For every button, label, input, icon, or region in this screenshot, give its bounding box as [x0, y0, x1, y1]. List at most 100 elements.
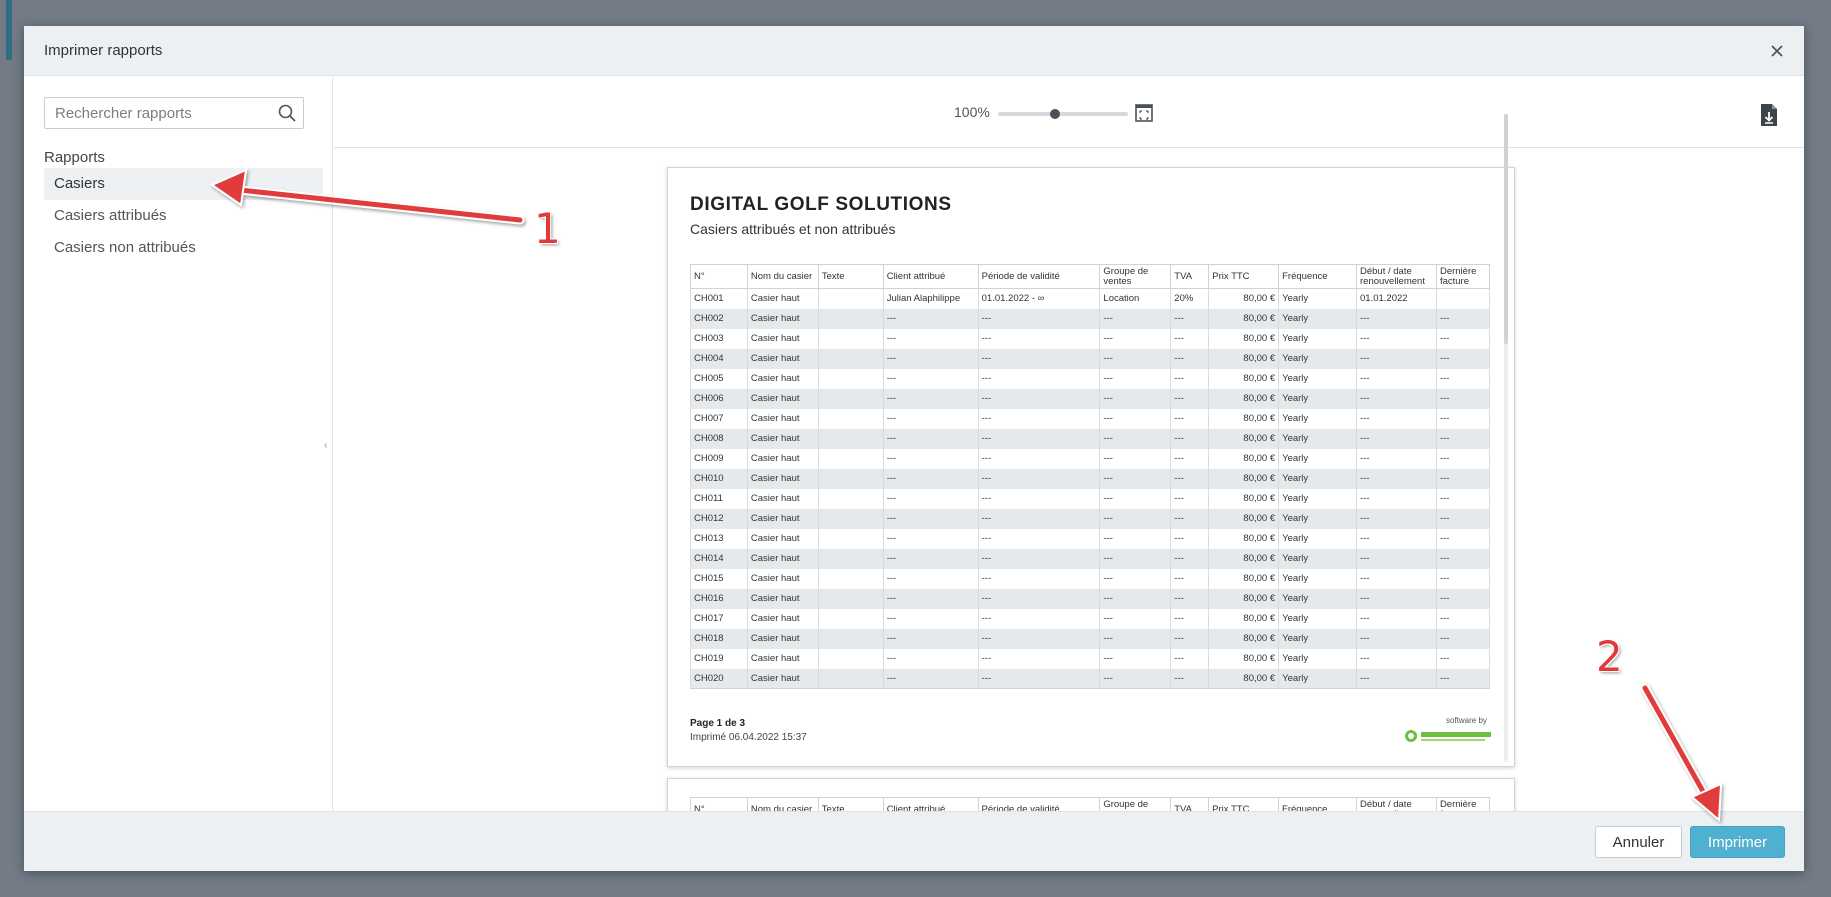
table-cell [817, 668, 884, 689]
table-row: CH005 Casier haut --- --- --- --- 80,00 € Yearl… [690, 368, 1491, 389]
table-cell: Casier haut [746, 408, 819, 429]
table-cell: --- [1356, 348, 1437, 369]
table-cell: Yearly [1278, 288, 1357, 309]
table-cell: Yearly [1278, 588, 1357, 609]
table-cell: --- [977, 648, 1101, 669]
software-by-label: software by [1446, 716, 1487, 725]
table-cell: 80,00 € [1208, 588, 1280, 609]
table-cell: --- [1435, 628, 1491, 649]
table-cell: --- [977, 568, 1101, 589]
table-cell: --- [882, 408, 979, 429]
table-cell: --- [977, 348, 1101, 369]
table-cell: --- [1435, 508, 1491, 529]
table-cell: Yearly [1278, 628, 1357, 649]
printed-timestamp: Imprimé 06.04.2022 15:37 [690, 732, 807, 743]
table-cell: --- [1099, 528, 1172, 549]
table-cell: Casier haut [746, 668, 819, 689]
column-header: Texte [817, 264, 884, 289]
table-cell [817, 648, 884, 669]
fit-page-icon[interactable] [1134, 103, 1154, 123]
table-row: CH002 Casier haut --- --- --- --- 80,00 € Yearl… [690, 308, 1491, 329]
table-row: CH015 Casier haut --- --- --- --- 80,00 € Yearl… [690, 568, 1491, 589]
search-icon[interactable] [277, 103, 297, 123]
table-cell: --- [1099, 508, 1172, 529]
preview-scrollbar-thumb[interactable] [1504, 114, 1508, 344]
table-cell: Casier haut [746, 608, 819, 629]
search-field[interactable] [44, 97, 304, 129]
table-cell: --- [977, 668, 1101, 689]
table-cell: Yearly [1278, 508, 1357, 529]
table-cell: Yearly [1278, 368, 1357, 389]
column-header: Client attribué [882, 797, 979, 811]
report-item-casiers[interactable]: Casiers [44, 168, 323, 200]
table-cell: 80,00 € [1208, 488, 1280, 509]
report-item-casiers-non-attribues[interactable]: Casiers non attribués [44, 232, 323, 264]
table-cell: --- [882, 428, 979, 449]
table-cell: Yearly [1278, 428, 1357, 449]
table-cell: 80,00 € [1208, 288, 1280, 309]
table-cell: --- [1356, 408, 1437, 429]
table-cell: Yearly [1278, 528, 1357, 549]
table-cell: --- [1170, 448, 1210, 469]
zoom-slider[interactable] [998, 109, 1128, 119]
table-cell: --- [1356, 468, 1437, 489]
print-button[interactable]: Imprimer [1690, 826, 1785, 858]
column-header: Période de validité [977, 264, 1101, 289]
table-cell: --- [1356, 588, 1437, 609]
table-cell: Casier haut [746, 348, 819, 369]
table-row: CH008 Casier haut --- --- --- --- 80,00 € Yearl… [690, 428, 1491, 449]
table-cell: CH007 [690, 408, 748, 429]
table-cell: --- [1099, 408, 1172, 429]
table-cell: 80,00 € [1208, 468, 1280, 489]
cancel-button[interactable]: Annuler [1595, 826, 1682, 858]
table-cell: --- [1435, 368, 1491, 389]
table-cell [817, 468, 884, 489]
document-title: DIGITAL GOLF SOLUTIONS [690, 194, 952, 215]
column-header: Client attribué [882, 264, 979, 289]
table-cell: Yearly [1278, 468, 1357, 489]
table-cell: Casier haut [746, 588, 819, 609]
report-list: Casiers Casiers attribués Casiers non at… [44, 168, 323, 264]
column-header: Groupe de ventes [1099, 264, 1172, 289]
table-cell: --- [1099, 348, 1172, 369]
report-item-casiers-attribues[interactable]: Casiers attribués [44, 200, 323, 232]
column-header: N° [690, 797, 748, 811]
table-cell [817, 488, 884, 509]
table-cell: Yearly [1278, 328, 1357, 349]
table-cell: --- [882, 348, 979, 369]
download-icon[interactable] [1758, 103, 1780, 127]
dialog-header: Imprimer rapports [24, 26, 1804, 76]
table-cell: CH013 [690, 528, 748, 549]
close-icon[interactable] [1764, 38, 1790, 64]
table-cell: --- [1170, 508, 1210, 529]
table-cell: --- [882, 368, 979, 389]
table-cell: --- [882, 488, 979, 509]
table-cell: --- [1099, 448, 1172, 469]
table-row: CH007 Casier haut --- --- --- --- 80,00 € Yearl… [690, 408, 1491, 429]
page-number: Page 1 de 3 [690, 718, 746, 729]
column-header: Début / date renouvellement [1355, 797, 1437, 811]
table-cell: --- [1356, 528, 1437, 549]
table-cell: Casier haut [746, 428, 819, 449]
table-cell [817, 448, 884, 469]
table-cell: CH010 [690, 468, 748, 489]
table-cell: CH012 [690, 508, 748, 529]
table-body: CH001 Casier haut Julian Alaphilippe 01.01.… [690, 288, 1491, 689]
table-cell: Julian Alaphilippe [882, 288, 979, 309]
table-cell: 80,00 € [1208, 328, 1280, 349]
table-cell [817, 588, 884, 609]
table-cell: --- [1170, 608, 1210, 629]
table-cell: --- [1356, 628, 1437, 649]
table-cell [817, 348, 884, 369]
table-cell [817, 368, 884, 389]
table-cell: Yearly [1278, 388, 1357, 409]
collapse-panel-icon[interactable]: ‹ [324, 440, 332, 456]
search-input[interactable] [45, 98, 270, 128]
table-cell: Casier haut [746, 448, 819, 469]
table-cell: CH001 [690, 288, 748, 309]
zoom-slider-thumb[interactable] [1049, 109, 1060, 119]
vendor-logo [1405, 730, 1491, 742]
table-cell: Yearly [1278, 408, 1357, 429]
table-cell: 80,00 € [1208, 368, 1280, 389]
table-cell: --- [1099, 668, 1172, 689]
